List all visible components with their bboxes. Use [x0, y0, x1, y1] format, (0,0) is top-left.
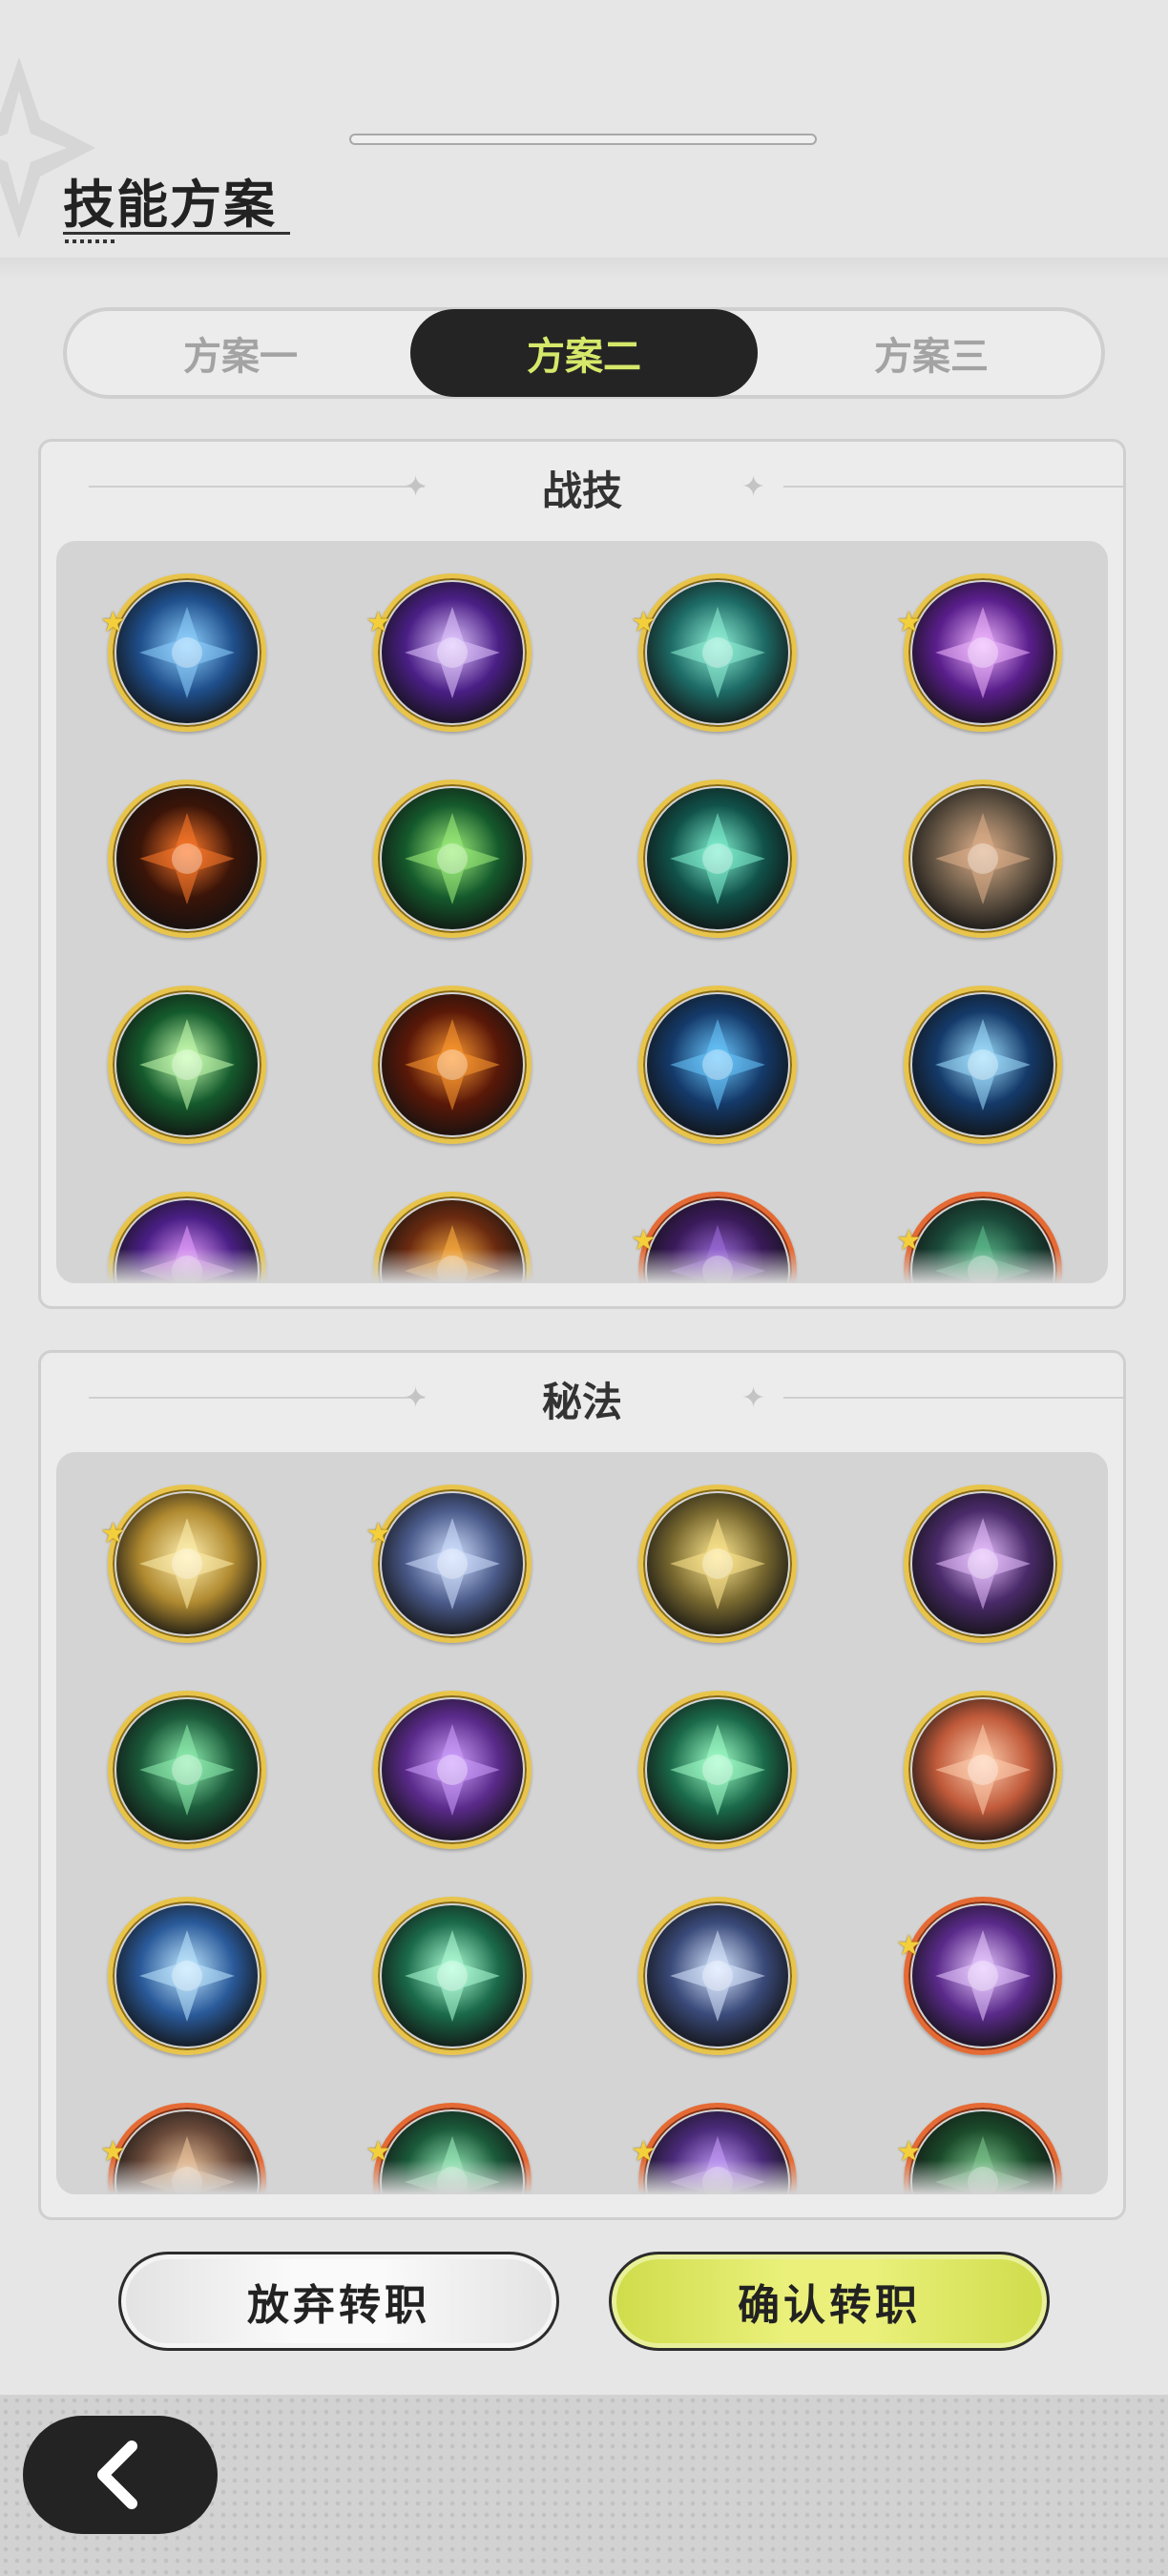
wind-vortex-skill-icon[interactable]: [638, 573, 797, 732]
back-button[interactable]: [23, 2416, 218, 2534]
skill-slot[interactable]: ★: [896, 573, 1062, 732]
combat-skill-panel: ✦ 战技 ✦ ★ ★ ★ ★ ★ ★: [38, 439, 1126, 1309]
skill-slot[interactable]: [638, 1485, 797, 1643]
ice-burst-skill-icon[interactable]: [108, 573, 266, 732]
star-icon: ★: [365, 1517, 391, 1550]
skill-slot[interactable]: ★: [365, 1485, 532, 1643]
fireball-skill-icon[interactable]: [373, 986, 532, 1144]
purple-star-skill-icon[interactable]: [373, 573, 532, 732]
combat-panel-title: 战技: [541, 467, 622, 514]
scroll-fade: [56, 1249, 1108, 1283]
header-divider: [0, 258, 1168, 279]
golden-rune-secret-icon[interactable]: [108, 1485, 266, 1643]
title-underline: [63, 232, 290, 235]
ice-shard-skill-icon[interactable]: [904, 986, 1062, 1144]
skill-slot[interactable]: [904, 986, 1062, 1144]
skill-slot[interactable]: [373, 779, 532, 938]
title-dots: [65, 239, 115, 243]
skill-slot[interactable]: [108, 779, 266, 938]
skill-slot[interactable]: [373, 1691, 532, 1849]
skill-slot[interactable]: [904, 779, 1062, 938]
sheet-drag-handle[interactable]: [349, 134, 817, 145]
skill-slot[interactable]: [108, 1691, 266, 1849]
skill-slot[interactable]: [108, 986, 266, 1144]
skill-slot[interactable]: ★: [896, 1897, 1062, 2055]
star-icon: ★: [896, 606, 922, 639]
fire-figure-secret-icon[interactable]: [904, 1691, 1062, 1849]
confirm-job-change-button[interactable]: 确认转职: [609, 2252, 1050, 2351]
violet-burst-skill-icon[interactable]: [904, 573, 1062, 732]
purple-eye-secret-icon[interactable]: [904, 1485, 1062, 1643]
plan-tab-bar: 方案一 方案二 方案三: [63, 307, 1105, 399]
skill-slot[interactable]: ★: [100, 1485, 266, 1643]
skill-plan-sheet: 技能方案 方案一 方案二 方案三 ✦ 战技 ✦ ★ ★ ★ ★ ★ ★ ✦ 秘法 ✦ ★ ★…: [0, 0, 1168, 2395]
fire-swirl-skill-icon[interactable]: [108, 779, 266, 938]
wind-figure-secret-icon[interactable]: [373, 1897, 532, 2055]
skill-slot[interactable]: [373, 986, 532, 1144]
star-icon: ★: [365, 606, 391, 639]
star-icon: ★: [100, 1517, 126, 1550]
secret-skill-panel: ✦ 秘法 ✦ ★ ★ ★ ★ ★ ★ ★: [38, 1350, 1126, 2220]
combat-skill-grid[interactable]: ★ ★ ★ ★ ★ ★: [56, 541, 1108, 1283]
earth-shield-skill-icon[interactable]: [904, 779, 1062, 938]
tab-plan-three[interactable]: 方案三: [758, 311, 1105, 395]
green-comet-skill-icon[interactable]: [373, 779, 532, 938]
scroll-fade: [56, 2160, 1108, 2194]
teal-slash-skill-icon[interactable]: [638, 779, 797, 938]
tab-plan-two[interactable]: 方案二: [410, 309, 758, 397]
purple-gate-secret-icon[interactable]: [904, 1897, 1062, 2055]
skill-slot[interactable]: [638, 1691, 797, 1849]
skill-slot[interactable]: [638, 779, 797, 938]
water-figure-secret-icon[interactable]: [108, 1897, 266, 2055]
star-icon: ★: [631, 606, 657, 639]
skill-slot[interactable]: [373, 1897, 532, 2055]
skill-slot[interactable]: [904, 1691, 1062, 1849]
right-sparkle-icon: ✦: [741, 1381, 766, 1415]
golden-wing-secret-icon[interactable]: [638, 1485, 797, 1643]
skill-slot[interactable]: [108, 1897, 266, 2055]
abandon-job-change-button[interactable]: 放弃转职: [118, 2252, 559, 2351]
heal-cross-skill-icon[interactable]: [108, 986, 266, 1144]
green-clover-secret-icon[interactable]: [638, 1691, 797, 1849]
skill-slot[interactable]: ★: [631, 573, 797, 732]
heart-secret-icon[interactable]: [108, 1691, 266, 1849]
tab-plan-one[interactable]: 方案一: [67, 311, 414, 395]
skill-slot[interactable]: [638, 1897, 797, 2055]
right-sparkle-icon: ✦: [741, 470, 766, 504]
sparkle-secret-icon[interactable]: [638, 1897, 797, 2055]
skill-slot[interactable]: ★: [100, 573, 266, 732]
combat-panel-header: ✦ 战技 ✦: [41, 442, 1123, 537]
skill-slot[interactable]: [638, 986, 797, 1144]
purple-swirl-secret-icon[interactable]: [373, 1691, 532, 1849]
page-title: 技能方案: [63, 175, 277, 235]
chevron-left-icon: [97, 2441, 137, 2509]
secret-panel-title: 秘法: [541, 1379, 622, 1425]
secret-panel-header: ✦ 秘法 ✦: [41, 1353, 1123, 1448]
crystal-orb-secret-icon[interactable]: [373, 1485, 532, 1643]
water-wave-skill-icon[interactable]: [638, 986, 797, 1144]
star-icon: ★: [100, 606, 126, 639]
star-icon: ★: [896, 1929, 922, 1963]
skill-slot[interactable]: ★: [365, 573, 532, 732]
secret-skill-grid[interactable]: ★ ★ ★ ★ ★ ★ ★: [56, 1452, 1108, 2194]
skill-slot[interactable]: [904, 1485, 1062, 1643]
